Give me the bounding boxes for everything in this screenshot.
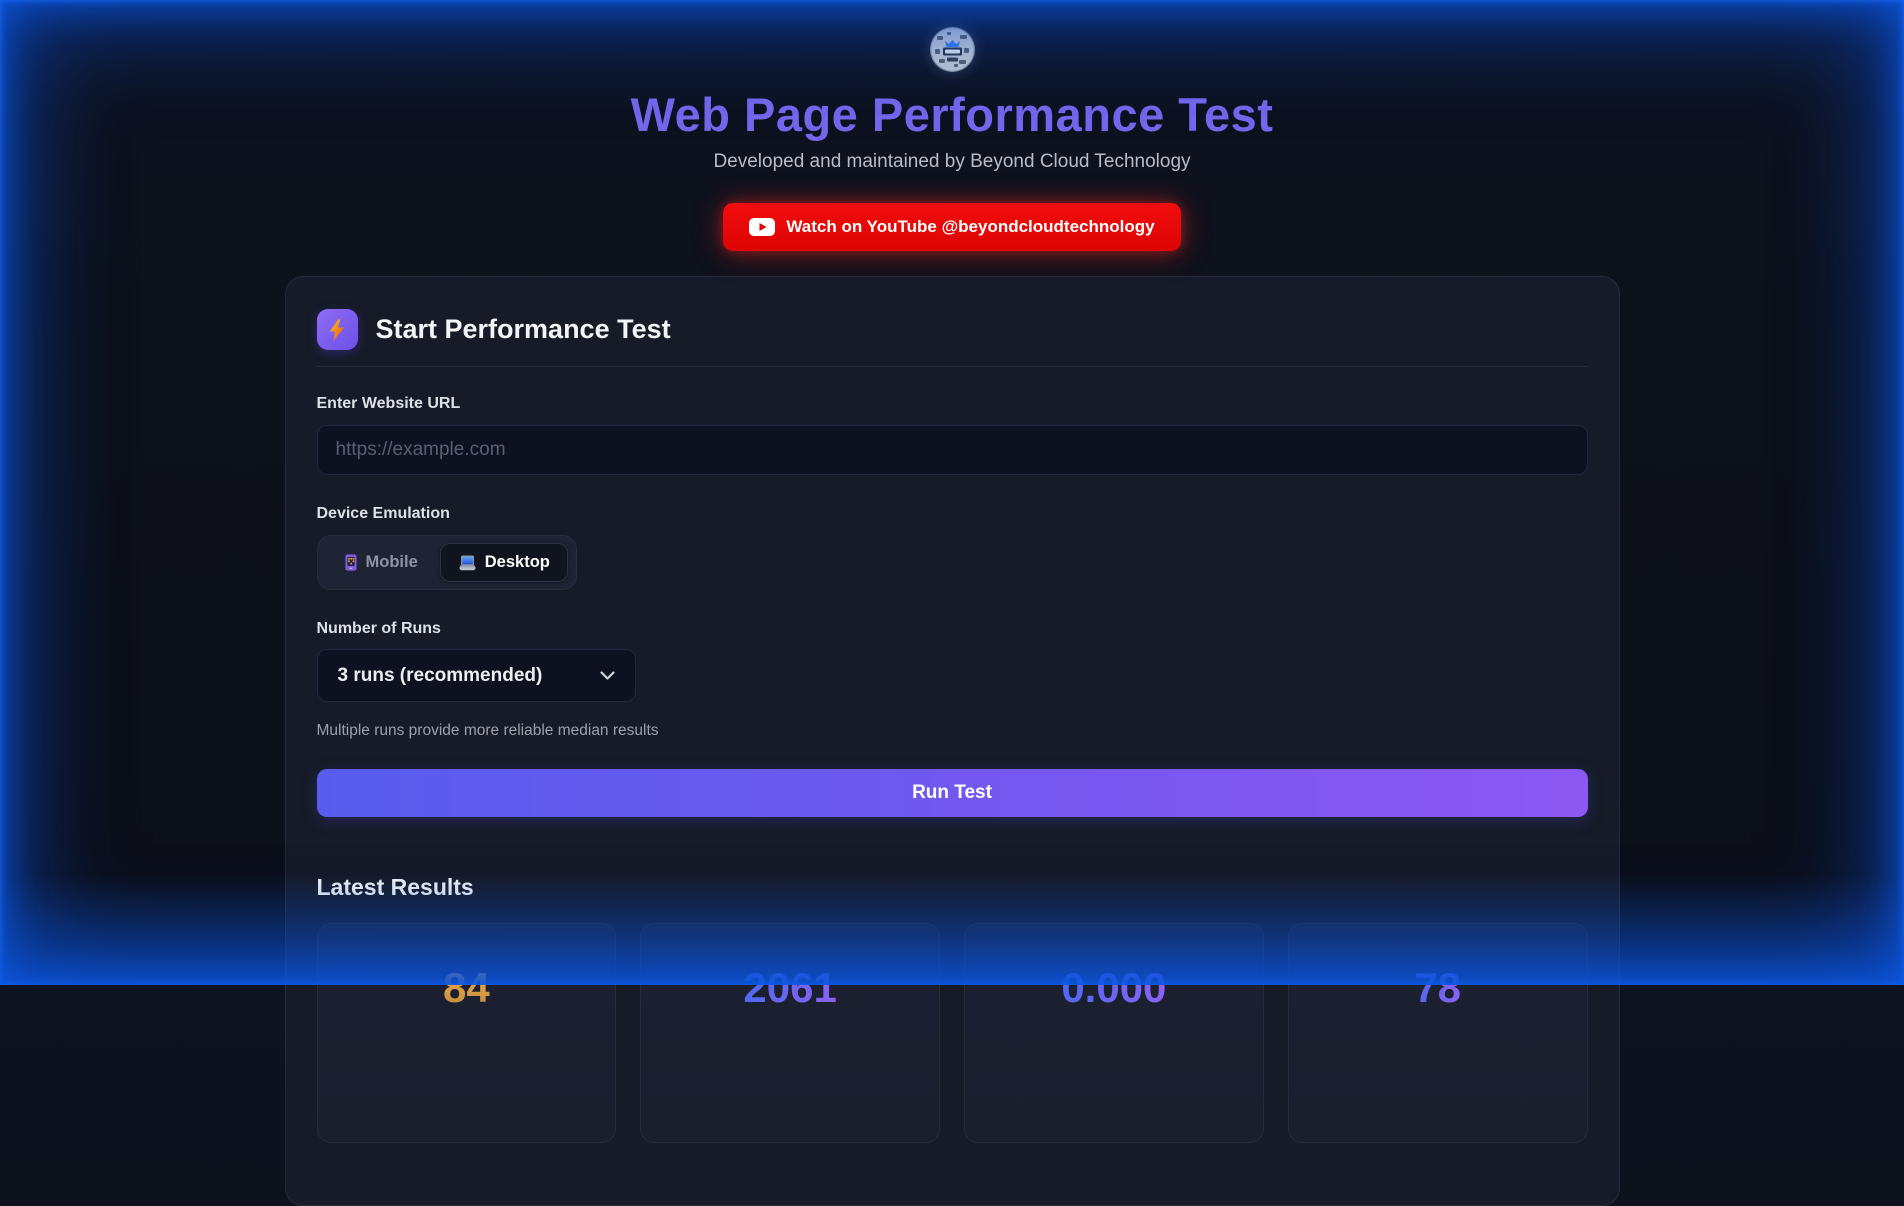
chevron-down-icon xyxy=(600,671,615,680)
card-header: Start Performance Test xyxy=(317,309,1588,350)
device-option-mobile[interactable]: Mobile xyxy=(326,543,436,582)
runs-select[interactable]: 3 runs (recommended) xyxy=(317,649,636,702)
run-test-button[interactable]: Run Test xyxy=(317,769,1588,817)
metric-value: 2061 xyxy=(743,964,836,1012)
page-subtitle: Developed and maintained by Beyond Cloud… xyxy=(0,151,1904,173)
card-title: Start Performance Test xyxy=(376,314,671,345)
metric-value: 84 xyxy=(443,964,490,1012)
hero-section: Web Page Performance Test Developed and … xyxy=(0,0,1904,251)
metric-card: 78 xyxy=(1288,923,1588,1143)
laptop-icon xyxy=(458,555,477,571)
device-emulation-label: Device Emulation xyxy=(317,505,1588,523)
latest-results-grid: 84 2061 0.000 78 xyxy=(317,923,1588,1143)
latest-results-heading: Latest Results xyxy=(317,874,1588,901)
metric-value: 0.000 xyxy=(1061,964,1166,1012)
site-logo-icon xyxy=(930,27,975,72)
url-field-label: Enter Website URL xyxy=(317,395,1588,413)
metric-card: 0.000 xyxy=(964,923,1264,1143)
device-emulation-toggle: Mobile Deskto xyxy=(317,535,577,590)
youtube-button-label: Watch on YouTube @beyondcloudtechnology xyxy=(786,217,1154,237)
metric-card: 2061 xyxy=(640,923,940,1143)
website-url-input[interactable] xyxy=(317,425,1588,475)
runs-help-text: Multiple runs provide more reliable medi… xyxy=(317,722,1588,740)
device-emulation-group: Device Emulation Mobile xyxy=(317,505,1588,590)
lightning-bolt-icon xyxy=(317,309,358,350)
device-option-desktop[interactable]: Desktop xyxy=(440,543,568,582)
mobile-phone-icon xyxy=(344,554,358,571)
header-divider xyxy=(317,366,1588,367)
number-of-runs-group: Number of Runs 3 runs (recommended) Mult… xyxy=(317,620,1588,740)
device-option-desktop-label: Desktop xyxy=(485,553,550,572)
runs-select-value: 3 runs (recommended) xyxy=(338,665,543,687)
number-of-runs-label: Number of Runs xyxy=(317,620,1588,638)
metric-value: 78 xyxy=(1414,964,1461,1012)
device-option-mobile-label: Mobile xyxy=(366,553,418,572)
performance-test-card: Start Performance Test Enter Website URL… xyxy=(285,276,1620,1206)
youtube-play-icon xyxy=(749,218,775,236)
metric-card: 84 xyxy=(317,923,617,1143)
watch-on-youtube-button[interactable]: Watch on YouTube @beyondcloudtechnology xyxy=(723,203,1180,251)
url-field-group: Enter Website URL xyxy=(317,395,1588,475)
page-title: Web Page Performance Test xyxy=(0,87,1904,142)
